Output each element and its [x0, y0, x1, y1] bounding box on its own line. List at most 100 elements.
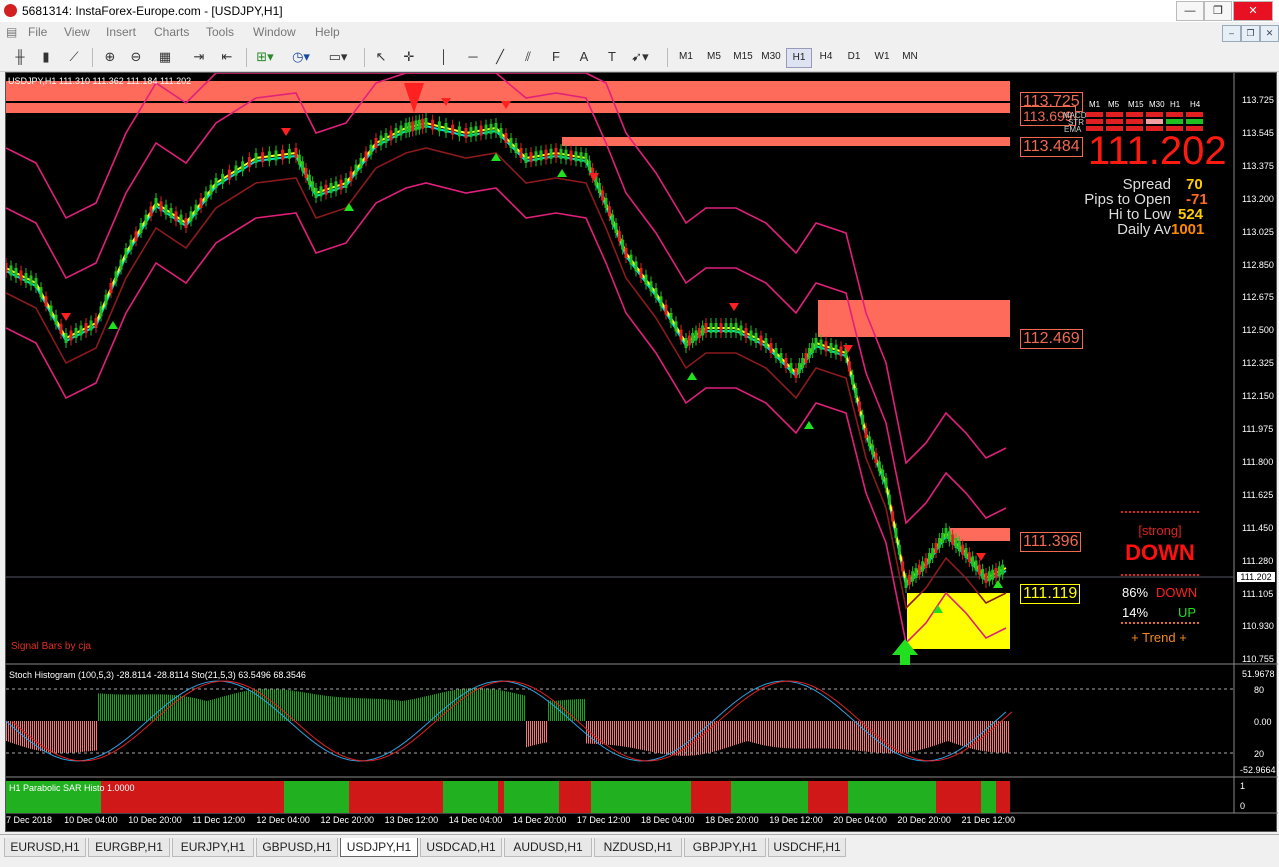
mdi-minimize-button[interactable]: –	[1222, 25, 1241, 42]
stoch-bar	[644, 721, 645, 751]
stoch-bar	[212, 699, 213, 721]
tab-eurjpy[interactable]: EURJPY,H1	[172, 838, 254, 857]
stoch-bar	[570, 699, 571, 721]
stoch-bar	[88, 721, 89, 752]
candle-body	[851, 374, 855, 385]
candle-body	[611, 214, 615, 225]
indicators-icon[interactable]: ⊞▾	[255, 48, 275, 66]
window-title: 5681314: InstaForex-Europe.com - [USDJPY…	[22, 4, 283, 18]
candle-body	[234, 165, 238, 176]
horizontal-line-icon[interactable]: ─	[463, 48, 483, 66]
candlestick-icon[interactable]: ▮	[36, 48, 56, 66]
stoch-bar	[546, 721, 547, 743]
candle-body	[64, 333, 68, 343]
stoch-bar	[316, 694, 317, 721]
bar-chart-icon[interactable]: ╫	[10, 48, 30, 66]
timeframe-m15[interactable]: M15	[730, 48, 756, 66]
autoscroll-icon[interactable]: ⇥	[189, 48, 209, 66]
stoch-bar	[462, 688, 463, 721]
timeframe-m1[interactable]: M1	[674, 48, 698, 66]
stoch-bar	[782, 721, 783, 748]
candle-body	[779, 353, 783, 363]
stoch-bar	[82, 721, 83, 752]
stoch-bar	[130, 694, 131, 721]
sell-arrow-icon	[61, 313, 71, 321]
arrows-icon[interactable]: ➹▾	[630, 48, 650, 66]
close-button[interactable]: ✕	[1233, 1, 1273, 21]
stoch-bar	[30, 721, 31, 749]
stoch-bar	[492, 689, 493, 721]
chart-window[interactable]: USDJPY,H1 111.310 111.362 111.184 111.20…	[5, 72, 1278, 832]
timeframe-m30[interactable]: M30	[758, 48, 784, 66]
tab-gbpjpy[interactable]: GBPJPY,H1	[684, 838, 766, 857]
candle-body	[241, 161, 245, 172]
stoch-bar	[432, 694, 433, 721]
tf-header-h4: H4	[1190, 100, 1201, 109]
trendline-icon[interactable]: ╱	[490, 48, 510, 66]
templates-icon[interactable]: ▭▾	[328, 48, 348, 66]
tile-windows-icon[interactable]: ▦	[155, 48, 175, 66]
menu-charts[interactable]: Charts	[154, 25, 189, 39]
stoch-bar	[104, 693, 105, 721]
stoch-bar	[844, 721, 845, 750]
stoch-bar	[718, 721, 719, 751]
tab-eurusd[interactable]: EURUSD,H1	[4, 838, 86, 857]
tab-usdcad[interactable]: USDCAD,H1	[420, 838, 502, 857]
zoom-in-icon[interactable]: ⊕	[100, 48, 120, 66]
tab-eurgbp[interactable]: EURGBP,H1	[88, 838, 170, 857]
menu-window[interactable]: Window	[253, 25, 296, 39]
vertical-line-icon[interactable]: │	[434, 48, 454, 66]
candle-body	[874, 453, 878, 463]
candle-body	[584, 153, 588, 163]
mdi-restore-button[interactable]: ❐	[1241, 25, 1260, 42]
stoch-bar	[442, 692, 443, 721]
tab-usdjpy[interactable]: USDJPY,H1	[340, 838, 418, 857]
chart-shift-icon[interactable]: ⇤	[217, 48, 237, 66]
maximize-button[interactable]: ❐	[1204, 1, 1232, 21]
line-chart-icon[interactable]: ⟋	[64, 48, 84, 66]
stoch-bar	[926, 721, 927, 749]
stoch-bar	[648, 721, 649, 752]
channel-icon[interactable]: ⫽	[518, 48, 538, 66]
timeframe-w1[interactable]: W1	[870, 48, 894, 66]
candle-body	[587, 160, 591, 171]
stoch-scale: 20	[1254, 749, 1265, 759]
stoch-bar	[834, 721, 835, 749]
menu-insert[interactable]: Insert	[106, 25, 136, 39]
stoch-bar	[272, 688, 273, 721]
mdi-close-button[interactable]: ✕	[1260, 25, 1279, 42]
cursor-icon[interactable]: ↖	[371, 48, 391, 66]
stoch-bar	[638, 721, 639, 750]
candle-body	[499, 128, 503, 138]
crosshair-icon[interactable]: ✛	[399, 48, 419, 66]
timeframe-mn[interactable]: MN	[898, 48, 922, 66]
periods-clock-icon[interactable]: ◷▾	[291, 48, 311, 66]
stoch-bar	[68, 721, 69, 753]
timeframe-h4[interactable]: H4	[814, 48, 838, 66]
stoch-bar	[818, 721, 819, 749]
timeframe-m5[interactable]: M5	[702, 48, 726, 66]
candle-body	[569, 150, 573, 161]
menu-file[interactable]: File	[28, 25, 47, 39]
minimize-button[interactable]: —	[1176, 1, 1204, 21]
timeframe-d1[interactable]: D1	[842, 48, 866, 66]
timeframe-h1[interactable]: H1	[786, 48, 812, 68]
stoch-bar	[650, 721, 651, 752]
candle-body	[129, 239, 133, 250]
zoom-out-icon[interactable]: ⊖	[126, 48, 146, 66]
fibonacci-icon[interactable]: F	[546, 48, 566, 66]
candle-body	[867, 436, 871, 447]
tab-nzdusd[interactable]: NZDUSD,H1	[594, 838, 682, 857]
tab-usdchf[interactable]: USDCHF,H1	[768, 838, 846, 857]
menu-tools[interactable]: Tools	[206, 25, 234, 39]
candle-body	[724, 323, 728, 333]
tab-audusd[interactable]: AUDUSD,H1	[504, 838, 592, 857]
text-icon[interactable]: A	[574, 48, 594, 66]
sar-segment	[936, 781, 981, 813]
menu-help[interactable]: Help	[315, 25, 340, 39]
text-label-icon[interactable]: T	[602, 48, 622, 66]
menu-view[interactable]: View	[64, 25, 90, 39]
tab-gbpusd[interactable]: GBPUSD,H1	[256, 838, 338, 857]
stoch-bar	[286, 689, 287, 721]
stoch-bar	[424, 696, 425, 721]
